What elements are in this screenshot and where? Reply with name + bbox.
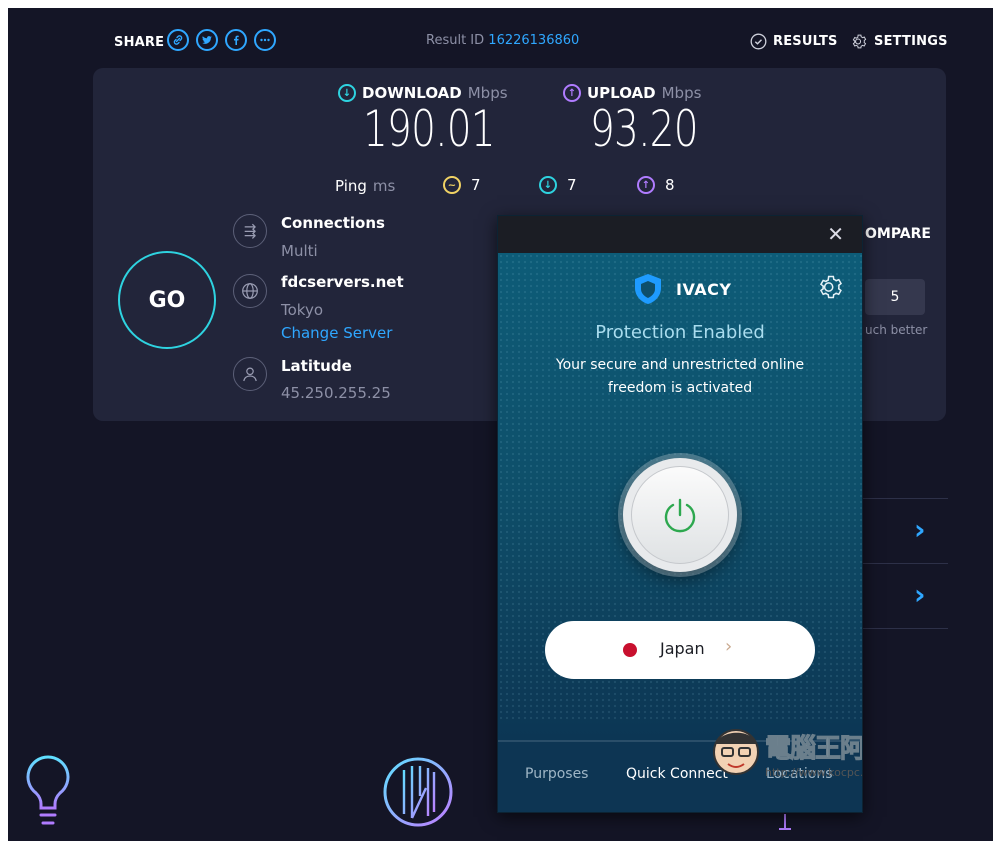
result-id-value[interactable]: 16226136860 bbox=[488, 33, 579, 48]
upload-arrow-icon: ↑ bbox=[563, 84, 581, 102]
protection-message-line2: freedom is activated bbox=[607, 380, 753, 396]
ping-idle-value: 7 bbox=[471, 176, 481, 194]
server-location: Tokyo bbox=[281, 301, 323, 319]
change-server-link[interactable]: Change Server bbox=[281, 324, 392, 342]
speedtest-app-icon[interactable] bbox=[382, 756, 454, 828]
popup-titlebar: ✕ bbox=[498, 216, 862, 253]
download-arrow-icon: ↓ bbox=[338, 84, 356, 102]
chevron-right-icon[interactable]: › bbox=[914, 578, 926, 611]
vpn-settings-gear-icon[interactable] bbox=[817, 273, 845, 301]
speedtest-window: SHARE Result ID 16226136860 RESULTS SETT… bbox=[8, 8, 993, 841]
ping-download: ↓ 7 bbox=[539, 176, 577, 194]
ping-label: Ping bbox=[335, 177, 367, 195]
link-icon[interactable] bbox=[167, 29, 189, 51]
japan-flag-icon bbox=[623, 643, 637, 657]
ping-icon: ~ bbox=[443, 176, 461, 194]
ping-download-icon: ↓ bbox=[539, 176, 557, 194]
mascot-icon bbox=[713, 729, 759, 775]
share-label: SHARE bbox=[114, 35, 165, 50]
watermark: 電腦王阿達 http://www.kocpc.com.tw bbox=[710, 716, 863, 806]
partial-icon-base bbox=[779, 828, 791, 830]
ivacy-shield-icon bbox=[635, 274, 661, 304]
watermark-text: 電腦王阿達 bbox=[764, 734, 863, 765]
connections-label: Connections bbox=[281, 214, 385, 232]
settings-label: SETTINGS bbox=[874, 34, 948, 49]
facebook-icon[interactable] bbox=[225, 29, 247, 51]
power-button-face bbox=[631, 466, 729, 564]
results-button[interactable]: RESULTS bbox=[750, 33, 838, 50]
power-button[interactable] bbox=[623, 458, 737, 572]
connections-value: Multi bbox=[281, 242, 318, 260]
row-divider bbox=[860, 498, 948, 499]
protection-message-line1: Your secure and unrestricted online bbox=[555, 357, 805, 373]
compare-rating-5[interactable]: 5 bbox=[865, 279, 925, 315]
watermark-url: http://www.kocpc.com.tw bbox=[765, 766, 863, 779]
download-value: 190.01 bbox=[363, 100, 496, 158]
country-name: Japan bbox=[660, 639, 705, 658]
user-icon bbox=[233, 357, 267, 391]
results-label: RESULTS bbox=[773, 34, 838, 49]
gear-icon bbox=[852, 34, 867, 49]
power-icon bbox=[664, 498, 696, 533]
compare-hint: uch better bbox=[865, 323, 928, 337]
row-divider bbox=[860, 628, 948, 629]
protection-status: Protection Enabled bbox=[595, 322, 765, 343]
chevron-right-icon[interactable]: › bbox=[914, 513, 926, 546]
ping-unit: ms bbox=[372, 177, 396, 195]
settings-button[interactable]: SETTINGS bbox=[851, 33, 948, 50]
lightbulb-icon[interactable] bbox=[22, 753, 74, 829]
ping-upload: ↑ 8 bbox=[637, 176, 675, 194]
ping-upload-icon: ↑ bbox=[637, 176, 655, 194]
ping-download-value: 7 bbox=[567, 176, 577, 194]
ping-upload-value: 8 bbox=[665, 176, 675, 194]
nav-purposes[interactable]: Purposes bbox=[525, 766, 588, 782]
globe-icon bbox=[233, 274, 267, 308]
check-circle-icon bbox=[750, 33, 767, 50]
upload-value: 93.20 bbox=[590, 100, 699, 158]
ping-idle: ~ 7 bbox=[443, 176, 481, 194]
country-selector[interactable]: Japan › bbox=[545, 621, 815, 679]
result-id-label: Result ID bbox=[426, 33, 485, 48]
row-divider bbox=[860, 563, 948, 564]
result-id: Result ID 16226136860 bbox=[426, 33, 579, 48]
connections-icon: ⇶ bbox=[233, 214, 267, 248]
chevron-right-icon: › bbox=[725, 636, 733, 657]
go-button[interactable]: GO bbox=[118, 251, 216, 349]
close-icon[interactable]: ✕ bbox=[827, 222, 844, 246]
vpn-brand-label: IVACY bbox=[676, 279, 732, 299]
more-icon[interactable] bbox=[254, 29, 276, 51]
ping-label-group: Ping ms bbox=[335, 177, 395, 195]
vpn-popup: ✕ IVACY Protection Enabled Your secure a… bbox=[497, 215, 863, 813]
server-name: fdcservers.net bbox=[281, 273, 404, 291]
provider-ip: 45.250.255.25 bbox=[281, 384, 391, 402]
vpn-brand: IVACY bbox=[632, 272, 731, 306]
twitter-icon[interactable] bbox=[196, 29, 218, 51]
provider-name: Latitude bbox=[281, 357, 352, 375]
compare-label: OMPARE bbox=[865, 226, 931, 242]
